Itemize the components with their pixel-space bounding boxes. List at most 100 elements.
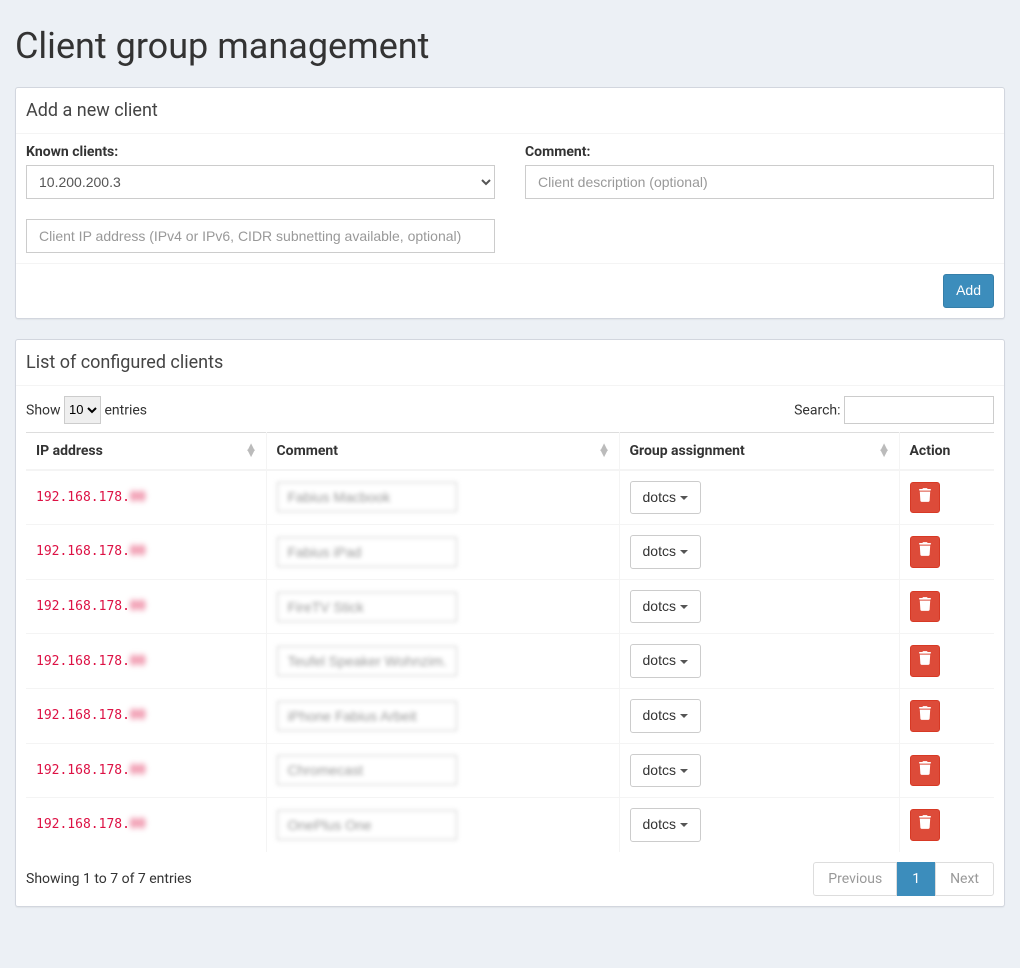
cell-ip: 192.168.178.00 [26, 688, 266, 743]
cell-action [899, 688, 994, 743]
trash-icon [919, 598, 931, 614]
sort-icon: ▲▼ [878, 445, 891, 457]
group-dropdown[interactable]: dotcs [630, 754, 701, 788]
cell-group: dotcs [619, 634, 899, 689]
trash-icon [919, 652, 931, 668]
cell-ip: 192.168.178.00 [26, 743, 266, 798]
next-button[interactable]: Next [935, 862, 994, 896]
cell-comment [266, 634, 619, 689]
table-info: Showing 1 to 7 of 7 entries [26, 871, 192, 887]
col-header-comment[interactable]: Comment ▲▼ [266, 432, 619, 470]
cell-ip: 192.168.178.00 [26, 470, 266, 525]
group-dropdown[interactable]: dotcs [630, 808, 701, 842]
caret-down-icon [680, 714, 688, 718]
caret-down-icon [680, 823, 688, 827]
known-clients-label: Known clients: [26, 144, 495, 160]
row-comment-input[interactable] [277, 755, 457, 785]
table-length-control: Show 10 entries [26, 396, 147, 424]
sort-icon: ▲▼ [598, 445, 611, 457]
cell-group: dotcs [619, 743, 899, 798]
caret-down-icon [680, 605, 688, 609]
table-row: 192.168.178.00 dotcs [26, 579, 994, 634]
add-client-title: Add a new client [26, 100, 994, 121]
cell-ip: 192.168.178.00 [26, 634, 266, 689]
cell-group: dotcs [619, 688, 899, 743]
caret-down-icon [680, 496, 688, 500]
cell-group: dotcs [619, 525, 899, 580]
caret-down-icon [680, 550, 688, 554]
group-dropdown[interactable]: dotcs [630, 535, 701, 569]
group-dropdown[interactable]: dotcs [630, 481, 701, 515]
table-row: 192.168.178.00 dotcs [26, 634, 994, 689]
col-header-ip[interactable]: IP address ▲▼ [26, 432, 266, 470]
known-clients-select[interactable]: 10.200.200.3 [26, 165, 495, 199]
delete-button[interactable] [910, 809, 940, 841]
trash-icon [919, 816, 931, 832]
delete-button[interactable] [910, 700, 940, 732]
caret-down-icon [680, 769, 688, 773]
row-comment-input[interactable] [277, 592, 457, 622]
table-row: 192.168.178.00 dotcs [26, 525, 994, 580]
search-input[interactable] [844, 396, 994, 424]
pagination: Previous 1 Next [813, 862, 994, 896]
row-comment-input[interactable] [277, 701, 457, 731]
add-button[interactable]: Add [943, 274, 994, 308]
trash-icon [919, 762, 931, 778]
cell-ip: 192.168.178.00 [26, 798, 266, 852]
cell-action [899, 743, 994, 798]
show-label-post: entries [105, 402, 148, 418]
cell-group: dotcs [619, 470, 899, 525]
cell-comment [266, 579, 619, 634]
clients-table: IP address ▲▼ Comment ▲▼ Group assignmen… [26, 432, 994, 852]
comment-label: Comment: [525, 144, 994, 160]
client-ip-input[interactable] [26, 219, 495, 253]
trash-icon [919, 489, 931, 505]
delete-button[interactable] [910, 536, 940, 568]
delete-button[interactable] [910, 482, 940, 514]
table-row: 192.168.178.00 dotcs [26, 688, 994, 743]
cell-group: dotcs [619, 798, 899, 852]
table-search-control: Search: [794, 396, 994, 424]
table-row: 192.168.178.00 dotcs [26, 743, 994, 798]
cell-comment [266, 470, 619, 525]
col-header-action: Action [899, 432, 994, 470]
cell-ip: 192.168.178.00 [26, 579, 266, 634]
show-label-pre: Show [26, 402, 61, 418]
cell-comment [266, 798, 619, 852]
page-1-button[interactable]: 1 [897, 862, 935, 896]
cell-group: dotcs [619, 579, 899, 634]
group-dropdown[interactable]: dotcs [630, 644, 701, 678]
prev-button[interactable]: Previous [813, 862, 897, 896]
cell-action [899, 579, 994, 634]
cell-comment [266, 688, 619, 743]
trash-icon [919, 543, 931, 559]
col-header-group[interactable]: Group assignment ▲▼ [619, 432, 899, 470]
cell-action [899, 470, 994, 525]
cell-comment [266, 525, 619, 580]
cell-ip: 192.168.178.00 [26, 525, 266, 580]
caret-down-icon [680, 660, 688, 664]
comment-input[interactable] [525, 165, 994, 199]
search-label: Search: [794, 402, 840, 418]
row-comment-input[interactable] [277, 482, 457, 512]
group-dropdown[interactable]: dotcs [630, 699, 701, 733]
delete-button[interactable] [910, 755, 940, 787]
cell-action [899, 634, 994, 689]
group-dropdown[interactable]: dotcs [630, 590, 701, 624]
length-select[interactable]: 10 [64, 396, 101, 424]
cell-action [899, 525, 994, 580]
cell-action [899, 798, 994, 852]
trash-icon [919, 707, 931, 723]
page-title: Client group management [15, 25, 1005, 67]
cell-comment [266, 743, 619, 798]
table-row: 192.168.178.00 dotcs [26, 798, 994, 852]
delete-button[interactable] [910, 591, 940, 623]
clients-list-title: List of configured clients [26, 352, 994, 373]
row-comment-input[interactable] [277, 810, 457, 840]
clients-list-box: List of configured clients Show 10 entri… [15, 339, 1005, 907]
delete-button[interactable] [910, 645, 940, 677]
row-comment-input[interactable] [277, 646, 457, 676]
add-client-box: Add a new client Known clients: 10.200.2… [15, 87, 1005, 319]
row-comment-input[interactable] [277, 537, 457, 567]
table-row: 192.168.178.00 dotcs [26, 470, 994, 525]
